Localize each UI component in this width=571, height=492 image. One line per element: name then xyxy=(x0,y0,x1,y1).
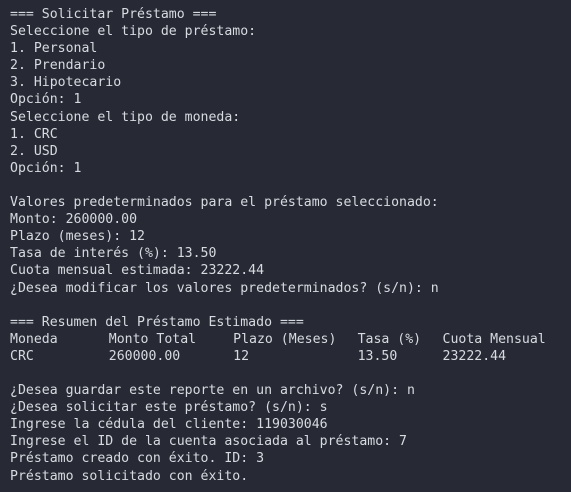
terminal-line: Valores predeterminados para el préstamo… xyxy=(10,195,439,211)
terminal-line: === Solicitar Préstamo === xyxy=(10,7,217,22)
terminal-line: Préstamo creado con éxito. ID: 3 xyxy=(10,451,265,467)
table-cell: 13.50 xyxy=(357,348,398,364)
terminal-line: Préstamo solicitado con éxito. xyxy=(10,468,249,484)
header-cell: Plazo (Meses) xyxy=(233,331,337,347)
header-cell: Tasa (%) xyxy=(357,331,422,347)
terminal-line: 2. USD xyxy=(10,143,58,159)
terminal-line: Tasa de interés (%): 13.50 xyxy=(10,246,217,262)
terminal-line: ¿Desea solicitar este préstamo? (s/n): s xyxy=(10,400,328,416)
summary-title: === Resumen del Préstamo Estimado === xyxy=(10,314,304,330)
terminal-line: Ingrese la cédula del cliente: 119030046 xyxy=(10,417,328,433)
terminal-line: 3. Hipotecario xyxy=(10,75,122,91)
header-cell: Moneda xyxy=(10,331,58,347)
terminal-line: Monto: 260000.00 xyxy=(10,212,138,228)
terminal-window[interactable]: === Solicitar Préstamo === Seleccione el… xyxy=(0,0,571,492)
terminal-line: ¿Desea guardar este reporte en un archiv… xyxy=(10,383,415,399)
terminal-line: 1. Personal xyxy=(10,41,98,57)
terminal-line: 1. CRC xyxy=(10,126,58,142)
terminal-line: ¿Desea modificar los valores predetermin… xyxy=(10,280,439,296)
terminal-line: Opción: 1 xyxy=(10,160,82,176)
terminal-line: Seleccione el tipo de moneda: xyxy=(10,109,241,125)
terminal-line: Opción: 1 xyxy=(10,92,82,108)
table-cell: CRC xyxy=(10,348,34,364)
header-cell: Cuota Mensual xyxy=(442,331,546,347)
table-cell: 260000.00 xyxy=(108,348,181,364)
terminal-line: 2. Prendario xyxy=(10,58,106,74)
terminal-line: Cuota mensual estimada: 23222.44 xyxy=(10,263,265,279)
terminal-line: Plazo (meses): 12 xyxy=(10,229,145,245)
header-cell: Monto Total xyxy=(108,331,197,347)
terminal-line: Ingrese el ID de la cuenta asociada al p… xyxy=(10,434,407,450)
table-cell: 12 xyxy=(233,348,250,364)
terminal-line: Seleccione el tipo de préstamo: xyxy=(10,24,257,40)
summary-table-header: Moneda Monto Total Plazo (Meses) Tasa (%… xyxy=(10,331,561,348)
summary-table-row: CRC 260000.00 12 13.50 23222.44 xyxy=(10,348,561,365)
table-cell: 23222.44 xyxy=(442,348,507,364)
